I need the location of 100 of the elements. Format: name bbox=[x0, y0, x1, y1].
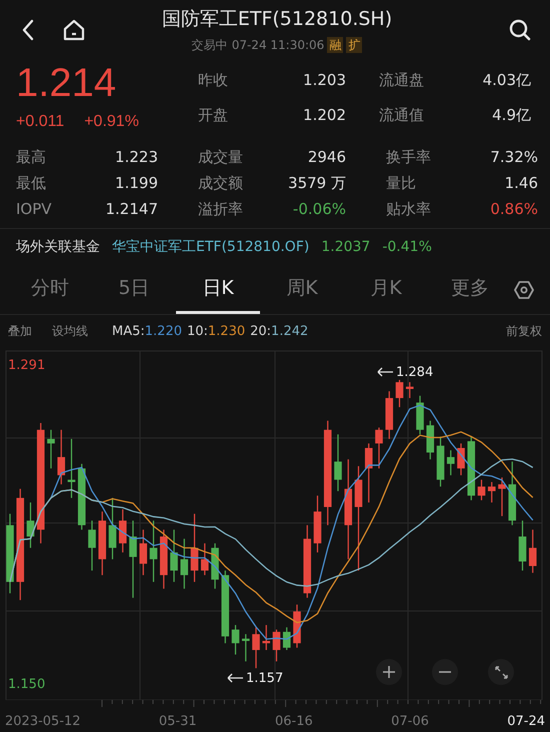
fund-price: 1.2037 bbox=[321, 238, 370, 257]
stat-label: 最高 bbox=[16, 147, 46, 168]
stat-value: 4.9亿 bbox=[492, 105, 531, 126]
related-fund-label: 场外关联基金 bbox=[16, 238, 100, 257]
min-price-label: 1.150 bbox=[8, 676, 46, 694]
ma-settings-button[interactable]: 设均线 bbox=[52, 322, 88, 340]
candlestick bbox=[88, 521, 96, 572]
candlestick bbox=[68, 439, 76, 498]
high-arrow-icon bbox=[377, 368, 394, 378]
candlestick bbox=[262, 626, 270, 650]
candlestick bbox=[457, 444, 465, 476]
stat-value: 0.86% bbox=[490, 199, 538, 220]
candlestick bbox=[406, 382, 414, 399]
stat-label: 最低 bbox=[16, 173, 46, 194]
candlestick bbox=[488, 482, 496, 503]
stat-label: 溢折率 bbox=[198, 199, 243, 220]
overlay-button[interactable]: 叠加 bbox=[8, 322, 32, 340]
ma-label: 20: bbox=[250, 322, 272, 341]
date-label: 07-24 bbox=[507, 713, 545, 732]
candlestick bbox=[108, 498, 116, 560]
stat-label: IOPV bbox=[16, 199, 52, 220]
candlestick bbox=[190, 514, 198, 582]
ma-label: MA5: bbox=[112, 322, 145, 341]
stat-value: 1.223 bbox=[115, 147, 158, 168]
ma-value: 1.230 bbox=[208, 322, 246, 341]
candlestick bbox=[375, 428, 383, 469]
candlestick bbox=[396, 380, 404, 408]
settings-icon bbox=[514, 280, 534, 300]
stat-label: 成交额 bbox=[198, 173, 243, 194]
fund-change: -0.41% bbox=[382, 238, 432, 257]
candlestick bbox=[293, 605, 301, 648]
fund-link[interactable]: 华宝中证军工ETF(512810.OF) bbox=[112, 236, 310, 258]
stat-value: 4.03亿 bbox=[482, 70, 531, 92]
candlestick bbox=[57, 430, 66, 485]
chart-tab[interactable]: 日K bbox=[176, 265, 260, 314]
stat-label: 昨收 bbox=[198, 70, 228, 92]
candlestick bbox=[518, 521, 526, 572]
stat-value: 1.202 bbox=[303, 105, 346, 126]
chart-tab[interactable]: 月K bbox=[344, 265, 428, 314]
candlestick bbox=[426, 421, 434, 460]
candlestick bbox=[272, 630, 280, 662]
high-price-mark: 1.284 bbox=[396, 364, 434, 382]
candlestick bbox=[26, 502, 34, 548]
stat-label: 开盘 bbox=[198, 105, 228, 126]
candlestick bbox=[436, 437, 444, 488]
stat-label: 流通盘 bbox=[379, 70, 424, 92]
candlestick bbox=[385, 392, 394, 440]
minus-icon bbox=[439, 671, 451, 674]
candlestick bbox=[47, 430, 55, 469]
date-label: 06-16 bbox=[275, 713, 313, 732]
candlestick bbox=[200, 544, 209, 576]
price-change-percent: +0.91% bbox=[84, 112, 139, 132]
stat-label: 成交量 bbox=[198, 147, 243, 168]
chart-tab[interactable]: 周K bbox=[260, 265, 344, 314]
chart-tab[interactable]: 分时 bbox=[8, 265, 92, 314]
candlestick bbox=[160, 530, 168, 590]
candlestick bbox=[498, 478, 506, 517]
candlestick bbox=[282, 628, 291, 650]
search-icon bbox=[508, 18, 532, 42]
candlestick bbox=[242, 634, 250, 662]
ma-label: 10: bbox=[186, 322, 208, 341]
low-price-mark: 1.157 bbox=[246, 670, 284, 688]
candlestick bbox=[528, 530, 537, 574]
date-label: 05-31 bbox=[158, 713, 197, 732]
candlestick bbox=[139, 530, 148, 576]
stat-label: 换手率 bbox=[386, 147, 431, 168]
date-label: 2023-05-12 bbox=[5, 713, 81, 732]
stat-value: 1.199 bbox=[115, 173, 158, 194]
candlestick bbox=[364, 444, 373, 503]
timestamp: 07-24 11:30:06 bbox=[232, 36, 324, 54]
date-label: 07-06 bbox=[391, 713, 429, 732]
zoom-in-button[interactable] bbox=[376, 659, 402, 686]
candlestick bbox=[78, 464, 86, 530]
stat-value: -0.06% bbox=[292, 199, 346, 220]
candlestick bbox=[467, 437, 476, 501]
plus-icon bbox=[383, 666, 395, 678]
stat-value: 7.32% bbox=[490, 147, 538, 168]
stat-label: 贴水率 bbox=[386, 199, 431, 220]
chart-tab[interactable]: 更多 bbox=[428, 265, 512, 314]
fullscreen-button[interactable] bbox=[488, 659, 514, 686]
expand-icon bbox=[494, 666, 508, 679]
candlestick bbox=[252, 628, 260, 669]
candlestick bbox=[508, 462, 516, 526]
candlestick bbox=[314, 496, 322, 553]
chart-tab[interactable]: 5日 bbox=[92, 265, 176, 314]
trading-status: 交易中 bbox=[192, 36, 228, 54]
candlestick bbox=[180, 539, 188, 590]
candlestick bbox=[98, 512, 106, 576]
candlestick bbox=[446, 450, 455, 476]
stat-value: 3579 万 bbox=[288, 173, 346, 194]
stat-value: 1.2147 bbox=[106, 199, 158, 220]
ma-value: 1.242 bbox=[271, 322, 308, 341]
zoom-out-button[interactable] bbox=[432, 659, 458, 686]
candlestick bbox=[478, 480, 486, 501]
candlestick bbox=[150, 521, 158, 582]
back-icon bbox=[22, 19, 34, 42]
adjust-button[interactable]: 前复权 bbox=[506, 322, 542, 340]
stat-value: 2946 bbox=[308, 147, 346, 168]
candlestick bbox=[416, 396, 424, 435]
page-title: 国防军工ETF(512810.SH) bbox=[162, 6, 392, 31]
